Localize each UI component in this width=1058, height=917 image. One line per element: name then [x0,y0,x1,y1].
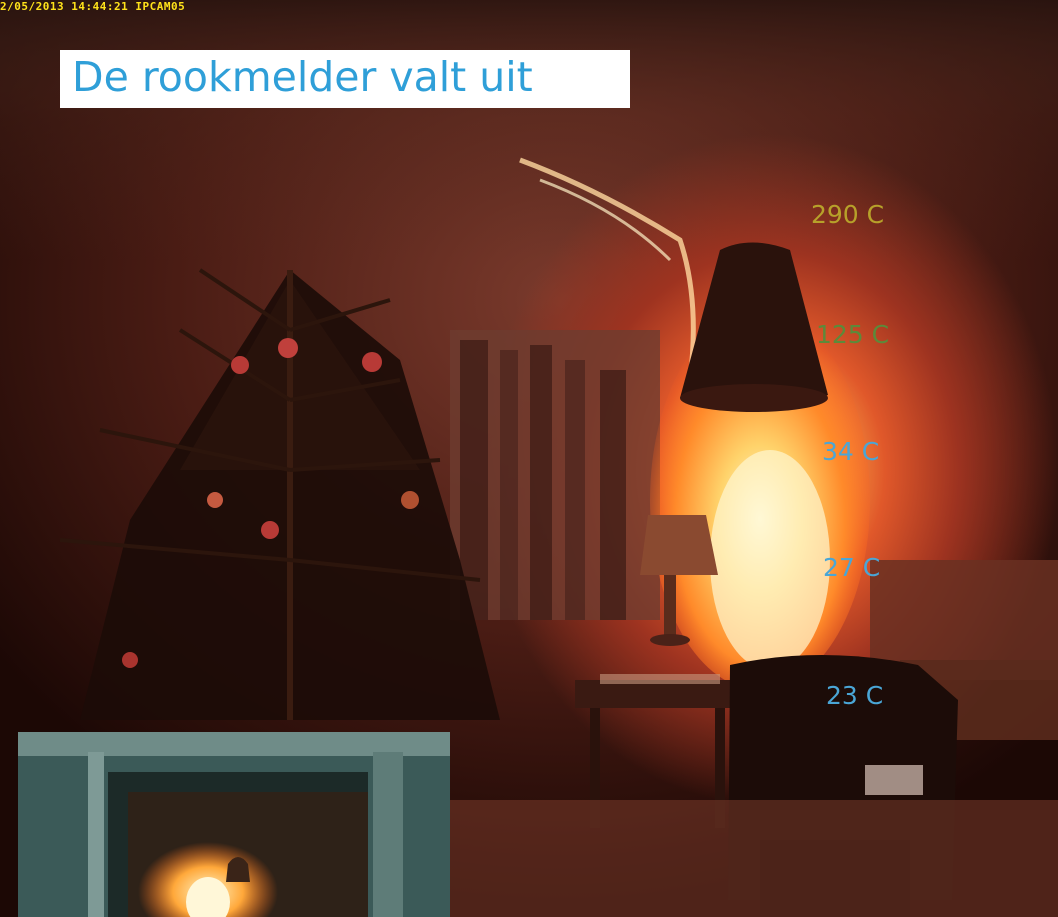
ceiling-smoke [0,0,1058,260]
temperature-label-lower: 27 C [823,553,881,582]
rug [450,800,1058,917]
temperature-label-floor: 23 C [826,681,884,710]
window-curtains [450,330,660,620]
hanging-lamp-shade [680,242,828,412]
scene-illustration [0,0,1058,917]
caption-banner: De rookmelder valt uit [60,50,630,108]
caption-title: De rookmelder valt uit [72,53,533,101]
inset-camera-view [18,732,450,917]
temperature-label-upper: 125 C [816,320,890,349]
temperature-label-middle: 34 C [822,437,880,466]
christmas-tree [59,268,500,720]
fire-test-scene: 2/05/2013 14:44:21 IPCAM05 De rookmelder… [0,0,1058,917]
camera-timestamp: 2/05/2013 14:44:21 IPCAM05 [0,0,186,13]
temperature-label-ceiling: 290 C [811,200,885,229]
